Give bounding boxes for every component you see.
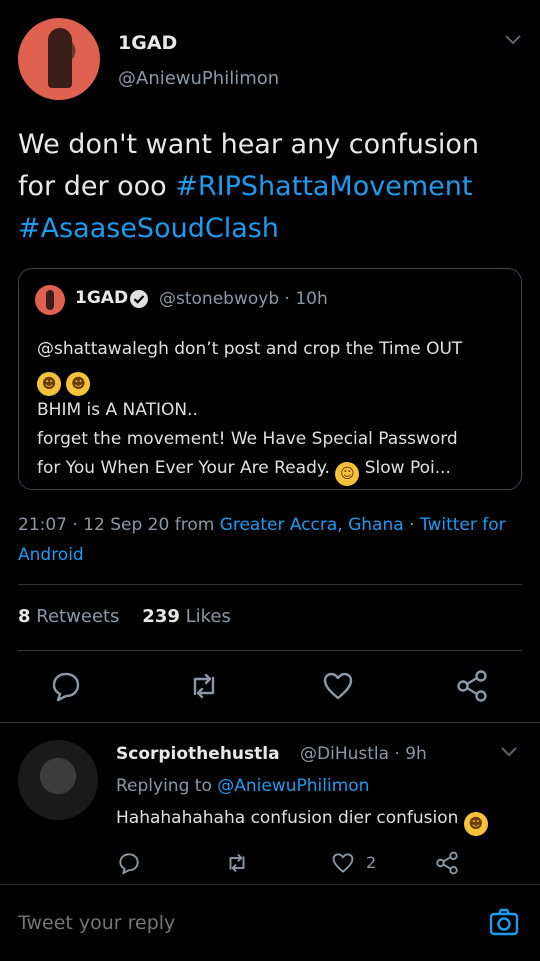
verified-badge-icon bbox=[130, 290, 148, 308]
retweets-stat[interactable]: 8 Retweets bbox=[18, 606, 119, 627]
quote-author-name: 1GAD bbox=[75, 288, 129, 308]
reply-like-count: 2 bbox=[366, 853, 377, 872]
reply-handle-time: @DiHustla · 9h bbox=[300, 744, 427, 764]
chevron-down-icon[interactable] bbox=[504, 34, 522, 46]
author-name[interactable]: 1GAD bbox=[118, 32, 177, 54]
reply-tweet[interactable]: Scorpiothehustla @DiHustla · 9h Replying… bbox=[0, 732, 540, 882]
tweet-text-plain: for der ooo bbox=[18, 171, 176, 202]
reply-composer bbox=[0, 888, 540, 961]
heart-icon[interactable] bbox=[330, 850, 356, 876]
likes-stat[interactable]: 239 Likes bbox=[142, 606, 231, 627]
camera-icon[interactable] bbox=[488, 906, 520, 938]
quote-avatar bbox=[35, 285, 65, 315]
tweet-meta: 21:07 · 12 Sep 20 from Greater Accra, Gh… bbox=[18, 515, 506, 565]
quote-emoji-line: ☻ ☻ bbox=[37, 364, 507, 396]
replying-to: Replying to @AniewuPhilimon bbox=[116, 776, 370, 796]
divider bbox=[0, 884, 540, 885]
hashtag-link[interactable]: #RIPShattaMovement bbox=[175, 171, 472, 202]
joy-emoji-icon: ☻ bbox=[66, 372, 91, 396]
share-icon[interactable] bbox=[454, 668, 490, 704]
reply-input[interactable] bbox=[18, 912, 438, 934]
replying-to-link[interactable]: @AniewuPhilimon bbox=[217, 776, 369, 796]
reply-avatar[interactable] bbox=[18, 740, 98, 820]
quote-line: forget the movement! We Have Special Pas… bbox=[37, 429, 458, 449]
rofl-emoji-icon: ☻ bbox=[37, 372, 61, 396]
reply-author-name[interactable]: Scorpiothehustla bbox=[116, 744, 280, 764]
quote-line: @shattawalegh don’t post and crop the Ti… bbox=[37, 339, 463, 359]
divider bbox=[18, 650, 522, 651]
heart-icon[interactable] bbox=[320, 668, 356, 704]
shushing-emoji-icon: ☺ bbox=[335, 462, 360, 486]
author-handle[interactable]: @AniewuPhilimon bbox=[118, 68, 279, 89]
reply-text: Hahahahahaha confusion dier confusion ☻ bbox=[116, 808, 488, 836]
divider bbox=[18, 584, 522, 585]
quoted-tweet[interactable]: 1GAD @stonebwoyb · 10h @shattawalegh don… bbox=[18, 268, 522, 490]
divider bbox=[0, 722, 540, 723]
tweet-action-bar bbox=[0, 668, 540, 708]
tweet-text-line: for der ooo #RIPShattaMovement bbox=[18, 166, 522, 208]
tweet-timestamp: 21:07 · 12 Sep 20 from bbox=[18, 515, 220, 535]
share-icon[interactable] bbox=[434, 850, 460, 876]
quote-body: @shattawalegh don’t post and crop the Ti… bbox=[37, 335, 507, 486]
reply-icon[interactable] bbox=[116, 850, 142, 876]
retweet-icon[interactable] bbox=[224, 850, 250, 876]
author-avatar[interactable] bbox=[18, 18, 100, 100]
quote-handle-time: @stonebwoyb · 10h bbox=[159, 289, 328, 309]
tweet-header: 1GAD @AniewuPhilimon bbox=[18, 18, 522, 102]
tweet-text: We don't want hear any confusion for der… bbox=[18, 124, 522, 250]
quote-line: for You When Ever Your Are Ready. ☺ Slow… bbox=[37, 454, 507, 486]
joy-emoji-icon: ☻ bbox=[463, 812, 488, 836]
location-link[interactable]: Greater Accra, Ghana bbox=[220, 515, 404, 535]
reply-icon[interactable] bbox=[48, 668, 84, 704]
hashtag-link[interactable]: #AsaaseSoudClash bbox=[18, 213, 279, 244]
retweet-icon[interactable] bbox=[186, 668, 222, 704]
tweet-text-line: We don't want hear any confusion bbox=[18, 129, 480, 160]
tweet-stats: 8 Retweets 239 Likes bbox=[18, 606, 231, 627]
chevron-down-icon[interactable] bbox=[500, 746, 518, 758]
quote-line: BHIM is A NATION.. bbox=[37, 400, 198, 420]
